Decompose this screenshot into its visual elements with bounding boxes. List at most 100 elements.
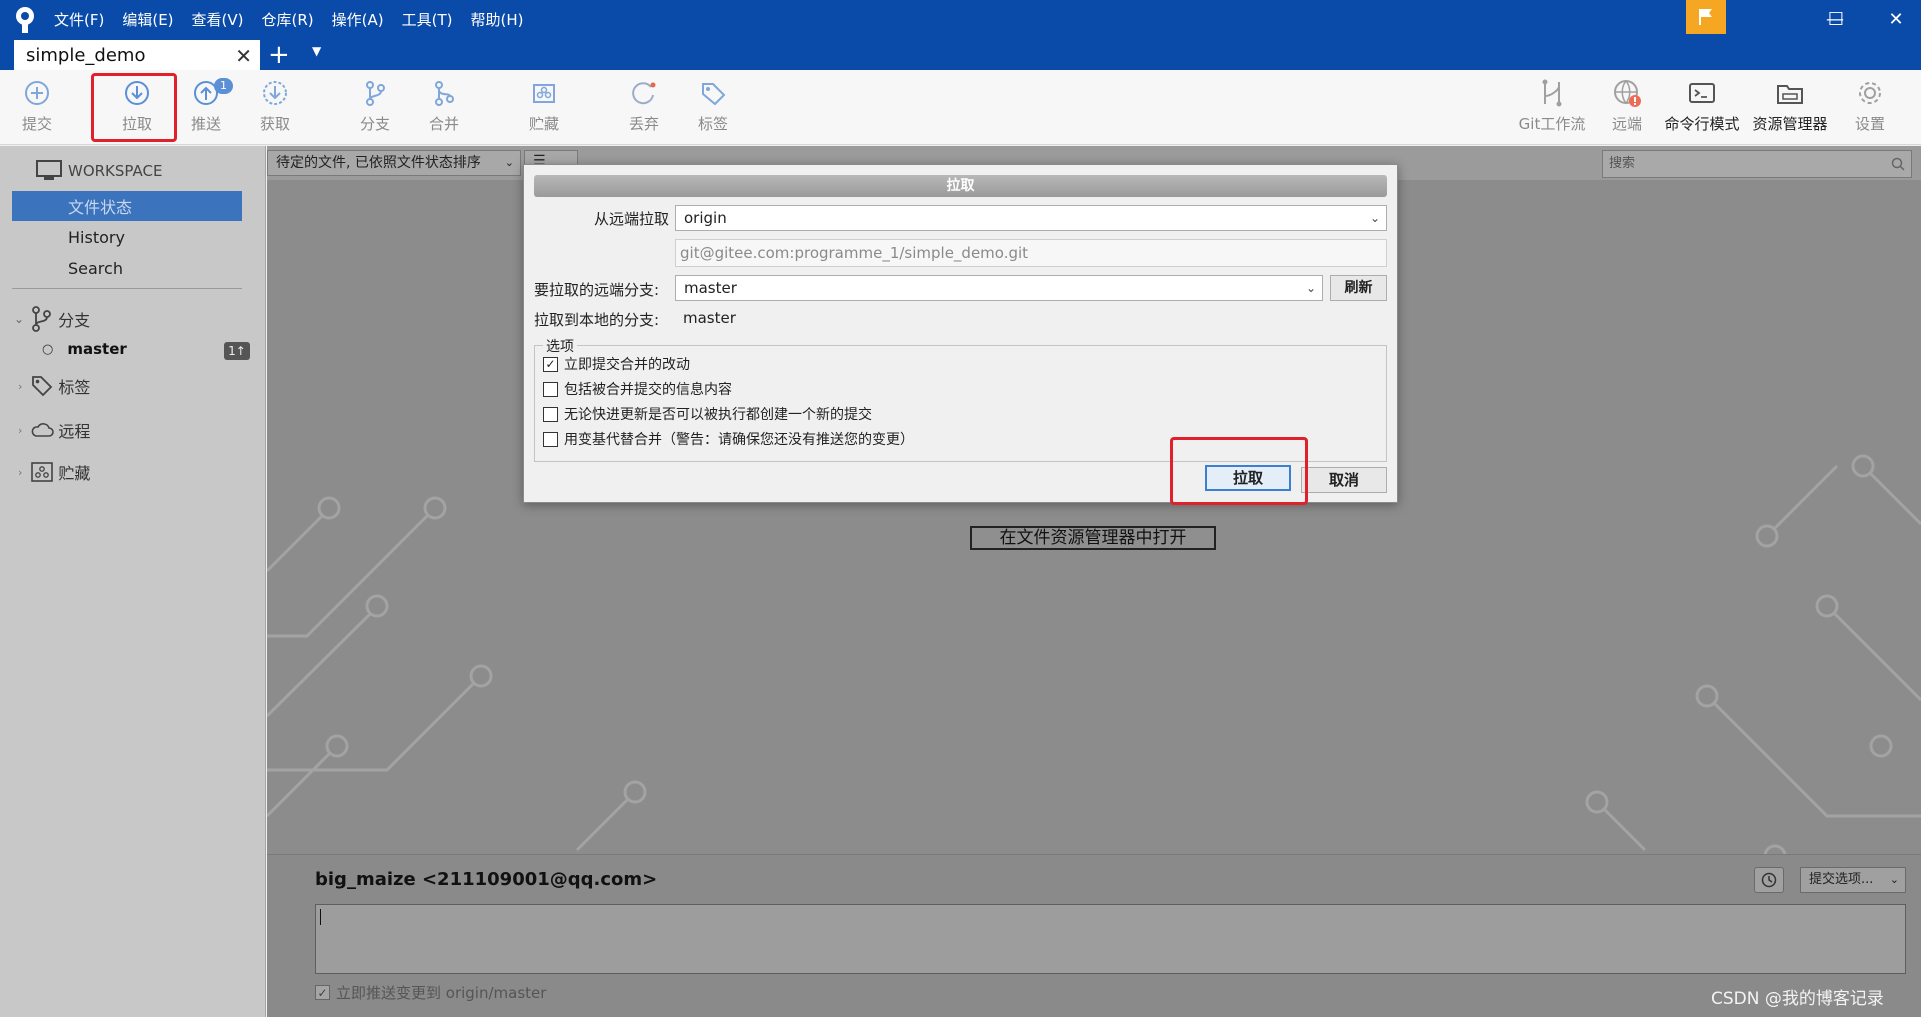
option-label: 用变基代替合并（警告：请确保您还没有推送您的变更） [564,432,914,448]
notification-flag-button[interactable] [1686,0,1726,34]
clock-icon [1761,872,1777,888]
repo-tab[interactable]: simple_demo ✕ [14,40,260,70]
history-clock-button[interactable] [1754,867,1784,893]
explorer-label: 资源管理器 [1752,115,1828,133]
close-window-button[interactable]: ✕ [1866,0,1921,38]
chevron-right-icon: › [18,423,23,437]
sidebar: WORKSPACE 文件状态 History Search ⌄ 分支 ○ mas… [0,146,266,1017]
menu-tools[interactable]: 工具(T) [402,9,453,30]
current-branch-dot-icon: ○ [42,341,54,357]
csdn-watermark: CSDN @我的博客记录 [1711,989,1884,1009]
chevron-down-icon: ⌄ [1889,873,1899,886]
discard-icon [632,82,656,105]
remote-label: 远端 [1611,115,1642,133]
remote-branch-value: master [684,279,737,297]
branch-master-label: master [67,340,127,358]
tag-label: 标签 [697,115,728,133]
sort-mode-value: 待定的文件, 已依照文件状态排序 [276,155,481,171]
merge-icon [435,81,454,106]
checkbox-unchecked-icon [543,431,558,447]
close-tab-icon[interactable]: ✕ [235,44,252,68]
gear-icon [1859,82,1881,104]
local-branch-label: 拉取到本地的分支: [534,311,660,329]
add-tab-icon[interactable]: + [268,40,290,70]
remote-url-field: git@gitee.com:programme_1/simple_demo.gi… [675,239,1387,267]
tag-icon [702,83,726,106]
open-in-explorer-button[interactable]: 在文件资源管理器中打开 [970,526,1216,550]
terminal-button[interactable]: 命令行模式 [1664,78,1740,140]
sidebar-tags-header[interactable]: › 标签 [18,374,258,398]
branch-button[interactable]: 分支 [343,78,407,140]
title-bar: 文件(F) 编辑(E) 查看(V) 仓库(R) 操作(A) 工具(T) 帮助(H… [0,0,1921,70]
stashes-label: 贮藏 [58,464,91,483]
toolbar: 提交 拉取 1 推送 获取 分支 合并 贮藏 丢弃 标签 Git工作流 远端 命… [0,70,1921,145]
remote-button[interactable]: 远端 [1595,78,1659,140]
menu-repository[interactable]: 仓库(R) [262,9,314,30]
menu-file[interactable]: 文件(F) [54,9,104,30]
sidebar-item-history[interactable]: History [68,228,238,247]
cloud-icon [32,423,55,437]
remote-branch-label: 要拉取的远端分支: [534,281,660,299]
option-no-fast-forward[interactable]: 无论快进更新是否可以被执行都创建一个新的提交 [543,404,872,424]
menu-help[interactable]: 帮助(H) [470,9,523,30]
option-label: 立即提交合并的改动 [564,357,690,373]
discard-label: 丢弃 [628,115,659,133]
commit-panel: big_maize <211109001@qq.com> 提交选项... ⌄ ✓… [267,854,1921,1017]
settings-button[interactable]: 设置 [1838,78,1902,140]
push-immediately-label: 立即推送变更到 origin/master [336,984,547,1002]
fetch-label: 获取 [259,115,290,133]
cancel-button[interactable]: 取消 [1301,467,1387,493]
commit-button[interactable]: 提交 [5,78,69,140]
tab-dropdown-icon[interactable]: ▼ [312,44,321,58]
chevron-down-icon: ⌄ [1305,281,1316,295]
chevron-right-icon: › [18,379,23,393]
workspace-header: WORKSPACE [36,160,256,182]
refresh-button[interactable]: 刷新 [1330,275,1387,301]
push-immediately-checkbox[interactable]: ✓ 立即推送变更到 origin/master [315,982,546,1003]
tags-label: 标签 [58,378,91,397]
fetch-icon [263,81,287,105]
sourcetree-logo-icon [16,7,34,33]
terminal-icon [1689,83,1715,103]
search-input[interactable]: 搜索 [1602,150,1912,178]
maximize-button[interactable]: ☐ [1806,0,1866,38]
search-placeholder: 搜索 [1609,156,1636,171]
remote-label: 从远端拉取 [594,210,670,228]
push-count-badge: 1 [214,78,233,94]
commit-message-input[interactable] [315,904,1906,974]
menu-view[interactable]: 查看(V) [192,9,244,30]
folder-icon [1777,85,1803,104]
menu-actions[interactable]: 操作(A) [332,9,384,30]
stash-button[interactable]: 贮藏 [512,78,576,140]
options-legend: 选项 [543,336,577,356]
option-include-messages[interactable]: 包括被合并提交的信息内容 [543,379,732,399]
settings-label: 设置 [1854,115,1885,133]
branch-label: 分支 [359,115,390,133]
discard-button[interactable]: 丢弃 [612,78,676,140]
remote-select[interactable]: origin ⌄ [675,205,1387,231]
option-commit-merged[interactable]: ✓ 立即提交合并的改动 [543,354,690,374]
branches-label: 分支 [58,311,91,330]
remote-branch-select[interactable]: master ⌄ [675,275,1323,301]
git-flow-label: Git工作流 [1518,115,1586,133]
sidebar-stashes-header[interactable]: › 贮藏 [18,460,258,484]
git-flow-button[interactable]: Git工作流 [1518,78,1586,140]
monitor-icon [36,160,62,180]
sidebar-item-search[interactable]: Search [68,259,238,278]
explorer-button[interactable]: 资源管理器 [1752,78,1828,140]
branch-item-master[interactable]: ○ master [42,340,222,358]
push-button[interactable]: 1 推送 [174,78,238,140]
menu-edit[interactable]: 编辑(E) [122,9,173,30]
fetch-button[interactable]: 获取 [243,78,307,140]
sidebar-item-file-status[interactable]: 文件状态 [68,194,238,218]
merge-button[interactable]: 合并 [412,78,476,140]
sidebar-remotes-header[interactable]: › 远程 [18,418,258,442]
text-cursor [320,909,321,925]
option-rebase[interactable]: 用变基代替合并（警告：请确保您还没有推送您的变更） [543,429,914,449]
sort-mode-select[interactable]: 待定的文件, 已依照文件状态排序 ⌄ [267,150,521,176]
tag-button[interactable]: 标签 [681,78,745,140]
stash-label: 贮藏 [528,115,559,133]
circuit-background-decoration [267,454,1921,854]
commit-options-select[interactable]: 提交选项... ⌄ [1800,867,1906,893]
sidebar-branches-header[interactable]: ⌄ 分支 [14,306,254,332]
